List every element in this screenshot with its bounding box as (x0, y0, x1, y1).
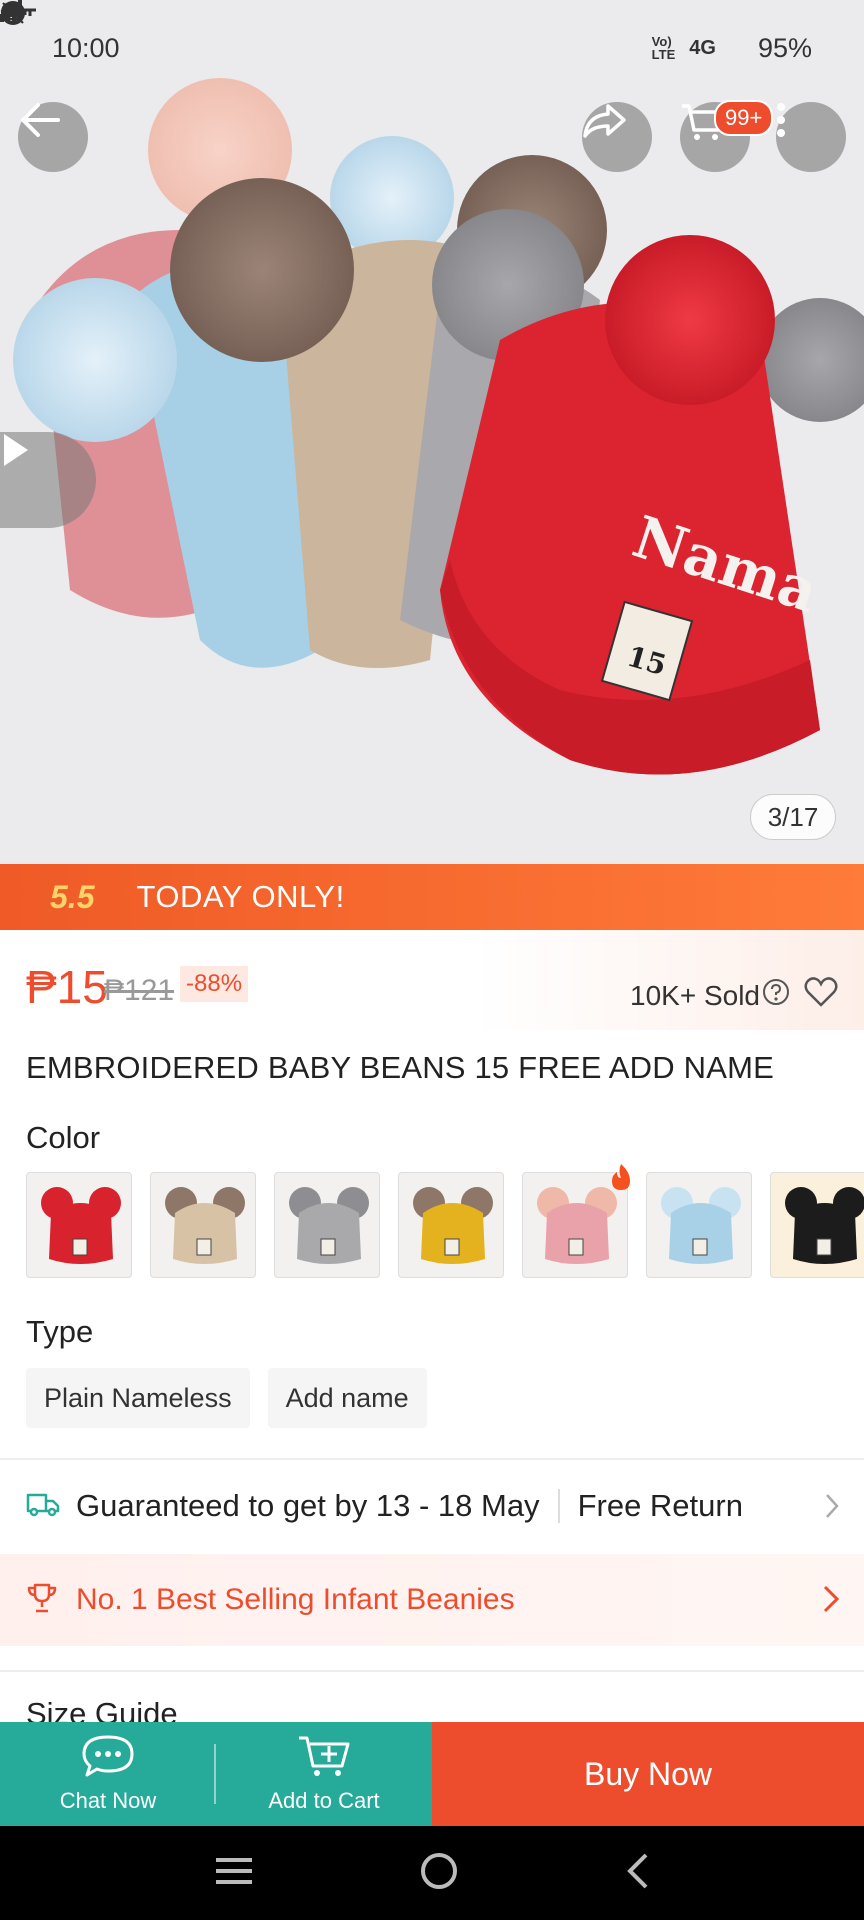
product-title: EMBROIDERED BABY BEANS 15 FREE ADD NAME (26, 1050, 774, 1085)
cart-count-badge: 99+ (714, 100, 774, 136)
chat-now-button[interactable]: Chat Now (0, 1722, 216, 1826)
swatch-hat-thumbnail (165, 1187, 245, 1264)
delivery-truck-icon (26, 1491, 60, 1522)
swatch-hat-thumbnail (413, 1187, 493, 1264)
recent-apps-icon[interactable] (212, 1854, 256, 1893)
chat-now-label: Chat Now (59, 1788, 157, 1813)
back-button[interactable] (18, 102, 88, 172)
shipping-row[interactable]: Guaranteed to get by 13 - 18 May Free Re… (0, 1460, 864, 1552)
price-section: ₱15 ₱121 -88% 10K+ Sold (0, 930, 864, 1030)
best-selling-text: No. 1 Best Selling Infant Beanies (76, 1583, 515, 1616)
type-option-list: Plain Nameless Add name (26, 1368, 427, 1428)
trophy-icon (26, 1582, 58, 1619)
color-swatch-light-blue[interactable] (646, 1172, 752, 1278)
separator (214, 1744, 216, 1804)
help-icon[interactable] (762, 978, 790, 1011)
color-swatch-list (26, 1172, 864, 1278)
color-swatch-black[interactable] (770, 1172, 864, 1278)
battery-level: 95% (757, 32, 812, 63)
divider (0, 1670, 864, 1672)
current-price: ₱15 (26, 961, 108, 1013)
swatch-hat-thumbnail (661, 1187, 741, 1264)
add-cart-icon (296, 1734, 352, 1784)
separator (557, 1489, 560, 1523)
chat-bubble-icon (80, 1734, 136, 1784)
color-swatch-yellow[interactable] (398, 1172, 504, 1278)
promo-text: TODAY ONLY! (136, 879, 345, 914)
promo-banner[interactable]: 5.5 TODAY ONLY! (0, 864, 864, 930)
share-button[interactable] (582, 102, 652, 172)
size-guide-label[interactable]: Size Guide (26, 1696, 178, 1722)
home-icon[interactable] (419, 1851, 459, 1896)
discount-badge: -88% (180, 966, 249, 1002)
delivery-guarantee-text: Guaranteed to get by 13 - 18 May (76, 1488, 540, 1523)
add-to-cart-button[interactable]: Add to Cart (216, 1722, 432, 1826)
secondary-actions: Chat Now Add to Cart (0, 1722, 432, 1826)
more-options-button[interactable] (776, 102, 846, 172)
swatch-hat-thumbnail (785, 1187, 864, 1264)
image-counter: 3/17 (750, 794, 836, 840)
color-swatch-gray[interactable] (274, 1172, 380, 1278)
type-option-add-name[interactable]: Add name (267, 1368, 427, 1428)
free-return-text: Free Return (577, 1488, 743, 1523)
swatch-hat-thumbnail (289, 1187, 369, 1264)
buy-now-button[interactable]: Buy Now (432, 1722, 864, 1826)
type-label: Type (26, 1314, 94, 1349)
color-swatch-khaki[interactable] (150, 1172, 256, 1278)
status-time: 10:00 (52, 32, 120, 63)
chevron-right-icon (824, 1492, 840, 1525)
promo-badge: 5.5 (50, 878, 95, 915)
system-navigation-bar (0, 1826, 864, 1920)
best-selling-banner[interactable]: No. 1 Best Selling Infant Beanies (0, 1554, 864, 1646)
network-type: 4G (689, 36, 716, 59)
color-swatch-red[interactable] (26, 1172, 132, 1278)
original-price: ₱121 (104, 974, 175, 1007)
chevron-right-icon (822, 1584, 840, 1619)
bottom-action-bar: Chat Now Add to Cart Buy Now (0, 1722, 864, 1826)
play-video-button[interactable] (0, 432, 96, 528)
swatch-hat-thumbnail (41, 1187, 121, 1264)
type-option-plain-nameless[interactable]: Plain Nameless (26, 1368, 250, 1428)
favorite-heart-icon[interactable] (804, 976, 838, 1013)
hot-flame-icon (608, 1162, 634, 1197)
back-nav-icon[interactable] (622, 1851, 652, 1896)
color-label: Color (26, 1120, 101, 1155)
add-to-cart-label: Add to Cart (268, 1788, 380, 1813)
sold-count: 10K+ Sold (630, 980, 760, 1011)
volte-icon: Vo) LTE (651, 34, 676, 62)
product-image-gallery[interactable]: Nama 15 10:00 Vo) LTE 4G 95% 99+ 3/17 (0, 0, 864, 864)
status-bar: 10:00 Vo) LTE 4G 95% (0, 0, 864, 96)
